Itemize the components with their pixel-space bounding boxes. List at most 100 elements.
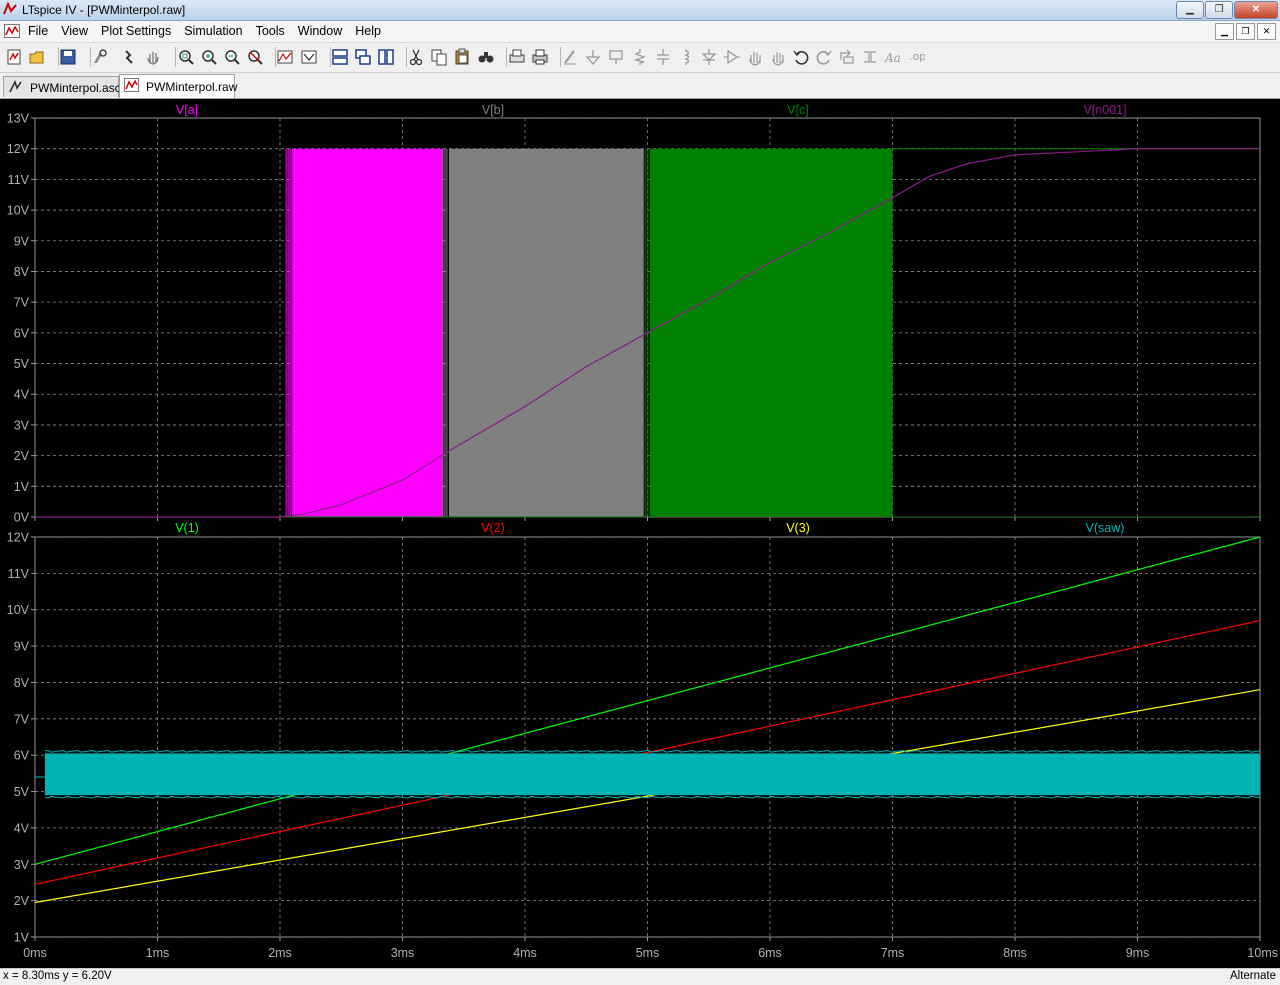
toolbar-separator [90,47,91,67]
cut-button[interactable] [407,48,425,66]
y-tick-label: 7V [14,712,30,726]
window-title: LTspice IV - [PWMinterpol.raw] [22,3,186,17]
autorange-icon [277,50,293,64]
y-tick-label: 9V [14,234,30,248]
mdi-restore-button[interactable]: ❐ [1236,23,1255,40]
y-tick-label: 2V [14,894,30,908]
mdi-minimize-button[interactable]: ▁ [1215,23,1234,40]
trace-label: V(3) [786,521,810,535]
label-net-button[interactable] [607,48,625,66]
new-schematic-button[interactable] [5,48,23,66]
toolbar-separator [506,47,507,67]
print-preview-button[interactable] [508,48,526,66]
draw-wire-button[interactable] [561,48,579,66]
control-panel-button[interactable] [91,48,109,66]
new-schematic-icon [7,49,21,65]
tab-label: PWMinterpol.raw [146,80,238,94]
close-button[interactable]: ✕ [1234,1,1278,19]
zoom-in-icon [202,50,217,65]
menu-view[interactable]: View [61,24,88,38]
tile-vertical-icon [378,49,394,65]
cascade-button[interactable] [354,48,372,66]
tile-vertical-button[interactable] [377,48,395,66]
zoom-in-button[interactable] [200,48,218,66]
zoom-fit-button[interactable] [246,48,264,66]
inductor-icon [684,49,690,65]
y-tick-label: 2V [14,449,30,463]
paste-icon [455,48,469,65]
x-tick-label: 4ms [513,946,537,960]
save-button[interactable] [59,48,77,66]
tab-schematic[interactable]: PWMinterpol.asc [3,76,121,97]
paste-button[interactable] [453,48,471,66]
x-tick-label: 5ms [636,946,660,960]
menu-file[interactable]: File [28,24,48,38]
zoom-out-icon [225,50,240,65]
tile-horizontal-button[interactable] [331,48,349,66]
tab-waveform[interactable]: PWMinterpol.raw [119,74,238,98]
minimize-button[interactable]: ▁ [1176,1,1204,19]
y-tick-label: 11V [8,567,30,581]
y-tick-label: 8V [14,265,30,279]
spice-directive-button[interactable]: .op [907,48,926,66]
resistor-button[interactable] [631,48,649,66]
y-tick-label: 6V [14,749,30,763]
menu-tools[interactable]: Tools [256,24,285,38]
move-button[interactable] [746,48,764,66]
zoom-area-button[interactable] [177,48,195,66]
mark-data-button[interactable] [300,48,318,66]
tab-label: PWMinterpol.asc [30,81,121,95]
drag-button[interactable] [769,48,787,66]
menu-help[interactable]: Help [355,24,381,38]
y-tick-label: 7V [14,296,30,310]
x-tick-label: 8ms [1003,946,1027,960]
x-tick-label: 0ms [23,946,47,960]
component-button[interactable] [723,48,741,66]
zoom-out-button[interactable] [223,48,241,66]
mirror-button[interactable] [861,48,879,66]
copy-button[interactable] [430,48,448,66]
pwm-band-V[b] [448,148,644,517]
y-tick-label: 9V [14,640,30,654]
x-tick-label: 6ms [758,946,782,960]
rotate-button[interactable] [838,48,856,66]
halt-button[interactable] [144,48,162,66]
toolbar-separator [275,47,276,67]
x-tick-label: 10ms [1247,946,1278,960]
autorange-button[interactable] [276,48,294,66]
text-button[interactable]: Aa [884,48,902,66]
x-tick-label: 9ms [1126,946,1150,960]
y-tick-label: 5V [14,357,30,371]
find-icon [478,52,494,63]
diode-button[interactable] [700,48,718,66]
rotate-icon [840,49,854,64]
capacitor-button[interactable] [654,48,672,66]
redo-button[interactable] [815,48,833,66]
title-bar: LTspice IV - [PWMinterpol.raw] ▁ ❐ ✕ [0,0,1280,21]
print-button[interactable] [531,48,549,66]
restore-button[interactable]: ❐ [1205,1,1233,19]
open-button[interactable] [28,48,46,66]
pwm-band-V[a] [292,148,443,517]
print-preview-icon [509,49,525,63]
ground-button[interactable] [584,48,602,66]
y-tick-label: 1V [14,931,30,945]
waveform-doc-icon[interactable] [4,24,20,38]
menu-window[interactable]: Window [298,24,342,38]
schematic-icon [9,80,22,93]
waveform-viewer[interactable]: 0V 1V 2V 3V 4V 5V 6V 7V 8V 9V 10V 11V 12V 13V V[a] V[b]… [0,99,1280,968]
toolbar: Aa .op [0,43,1280,73]
cursor-coordinates: x = 8.30ms y = 6.20V [3,970,112,982]
y-tick-label: 11V [8,173,30,187]
find-button[interactable] [477,48,495,66]
menu-simulation[interactable]: Simulation [184,24,242,38]
waveform-plot[interactable]: 0V 1V 2V 3V 4V 5V 6V 7V 8V 9V 10V 11V 12V 13V V[a] V[b]… [0,99,1280,968]
y-tick-label: 10V [7,204,30,218]
undo-button[interactable] [792,48,810,66]
mdi-close-button[interactable]: ✕ [1257,23,1276,40]
x-tick-label: 2ms [268,946,292,960]
inductor-button[interactable] [677,48,695,66]
menu-plot-settings[interactable]: Plot Settings [101,24,171,38]
run-button[interactable] [121,48,139,66]
mode-indicator: Alternate [1229,970,1276,982]
